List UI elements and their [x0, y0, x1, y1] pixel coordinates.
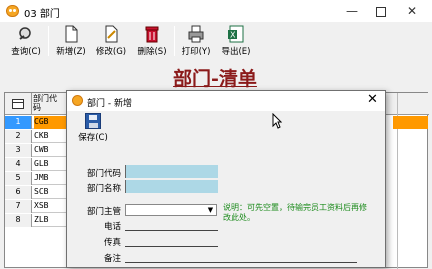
row-number: 1	[5, 116, 32, 129]
row-number: 5	[5, 172, 32, 185]
save-button[interactable]: 保存(C)	[75, 113, 111, 147]
row-code: CWB	[34, 145, 49, 154]
export-button[interactable]: X 导出(E)	[218, 25, 254, 59]
printer-icon	[187, 25, 205, 43]
main-toolbar: 查询(C) 新增(Z) 修改(G) 删除(S) 打印(Y) X 导出(E)	[0, 22, 432, 60]
fax-input[interactable]	[125, 234, 218, 247]
delete-button[interactable]: 删除(S)	[134, 25, 170, 59]
manager-label: 部门主管	[86, 207, 121, 217]
toolbar-separator	[174, 26, 175, 56]
department-name-input[interactable]	[125, 180, 218, 193]
row-number: 3	[5, 144, 32, 157]
code-label: 部门代码	[86, 169, 121, 179]
magnifier-icon	[17, 25, 35, 43]
row-number: 4	[5, 158, 32, 171]
table-row[interactable]: 4 GLB	[5, 158, 69, 171]
edit-document-icon	[102, 25, 120, 43]
department-code-input[interactable]	[125, 165, 218, 178]
phone-label: 电话	[103, 222, 121, 232]
manager-note: 说明：可先空置，待输完员工资料后再修改此处。	[223, 203, 367, 222]
dialog-titlebar: 部门 - 新增 ✕	[67, 91, 385, 111]
remark-input[interactable]	[125, 250, 357, 263]
maximize-button[interactable]	[364, 2, 396, 20]
manager-select[interactable]: ▼	[125, 204, 217, 216]
remark-label: 备注	[103, 254, 121, 264]
table-row[interactable]: 8 ZLB	[5, 214, 69, 227]
add-department-dialog: 部门 - 新增 ✕ 保存(C) 部门代码 部门名称 部门主管 ▼ 电话 传真 备…	[66, 90, 386, 268]
selected-row-highlight	[393, 116, 428, 129]
table-row[interactable]: 5 JMB	[5, 172, 69, 185]
window-titlebar: 03 部门 — ✕	[0, 0, 432, 22]
row-number: 6	[5, 186, 32, 199]
query-button[interactable]: 查询(C)	[8, 25, 44, 59]
app-icon	[6, 5, 19, 17]
dialog-title: 部门 - 新增	[87, 99, 132, 109]
report-title: 部门-清单	[173, 68, 257, 90]
chevron-down-icon: ▼	[207, 206, 214, 214]
svg-text:X: X	[230, 31, 236, 40]
table-row[interactable]: 6 SCB	[5, 186, 69, 199]
row-number: 7	[5, 200, 32, 213]
print-button[interactable]: 打印(Y)	[179, 25, 213, 59]
mouse-cursor-icon	[272, 113, 282, 129]
row-number: 8	[5, 214, 32, 227]
phone-input[interactable]	[125, 218, 218, 231]
table-row[interactable]: 1 CGB	[5, 116, 69, 129]
app-icon	[72, 95, 83, 106]
dialog-close-button[interactable]: ✕	[367, 93, 378, 107]
grid-corner[interactable]	[5, 93, 32, 115]
table-row[interactable]: 7 XSB	[5, 200, 69, 213]
floppy-disk-icon	[85, 113, 101, 129]
toolbar-separator	[48, 26, 49, 56]
modify-button[interactable]: 修改(G)	[93, 25, 129, 59]
add-button[interactable]: 新增(Z)	[54, 25, 88, 59]
row-code: CGB	[34, 116, 69, 129]
column-header-code[interactable]: 部门代码	[33, 94, 63, 112]
window-title: 03 部门	[24, 9, 60, 20]
name-label: 部门名称	[86, 184, 121, 194]
close-window-button[interactable]: ✕	[396, 2, 428, 20]
trash-icon	[143, 25, 161, 43]
table-row[interactable]: 2 CKB	[5, 130, 69, 143]
row-code: CKB	[34, 131, 49, 140]
new-document-icon	[62, 25, 80, 43]
excel-export-icon: X	[227, 25, 245, 43]
row-number: 2	[5, 130, 32, 143]
table-row[interactable]: 3 CWB	[5, 144, 69, 157]
fax-label: 传真	[103, 238, 121, 248]
table-icon	[12, 99, 24, 109]
